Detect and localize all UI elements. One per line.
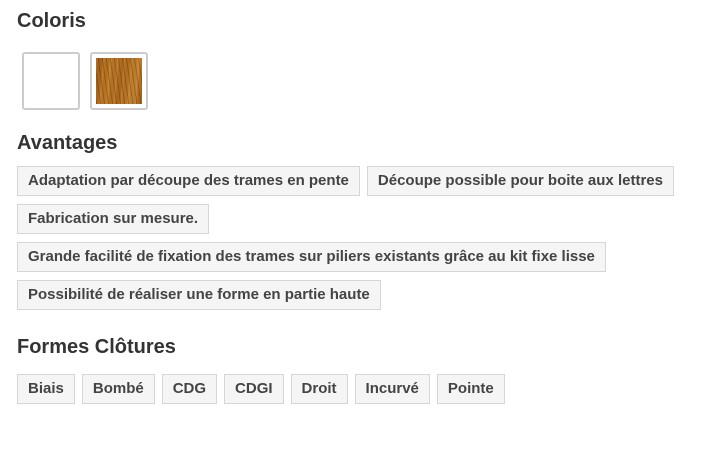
coloris-title: Coloris	[17, 10, 86, 32]
avantage-tag: Fabrication sur mesure.	[17, 204, 210, 234]
avantages-list: Adaptation par découpe des trames en pen…	[17, 166, 717, 310]
forme-tag-incurve: Incurvé	[354, 374, 430, 404]
avantage-tag: Possibilité de réaliser une forme en par…	[17, 280, 381, 310]
swatch-wood-fill	[96, 58, 142, 104]
swatch-wood[interactable]	[90, 52, 148, 110]
avantage-tag: Découpe possible pour boite aux lettres	[366, 166, 674, 196]
formes-list: Biais Bombé CDG CDGI Droit Incurvé Point…	[17, 374, 717, 404]
forme-tag-cdgi: CDGI	[224, 374, 284, 404]
color-swatches	[22, 52, 717, 110]
forme-tag-bombe: Bombé	[81, 374, 155, 404]
avantage-tag: Adaptation par découpe des trames en pen…	[17, 166, 360, 196]
swatch-white[interactable]	[22, 52, 80, 110]
avantages-title: Avantages	[17, 132, 118, 154]
forme-tag-biais: Biais	[17, 374, 75, 404]
swatch-white-fill	[28, 58, 74, 104]
forme-tag-cdg: CDG	[161, 374, 218, 404]
formes-title: Formes Clôtures	[17, 336, 176, 358]
product-attributes: Coloris Avantages Adaptation par découpe…	[17, 8, 717, 428]
forme-tag-pointe: Pointe	[436, 374, 505, 404]
avantage-tag: Grande facilité de fixation des trames s…	[17, 242, 606, 272]
forme-tag-droit: Droit	[290, 374, 348, 404]
